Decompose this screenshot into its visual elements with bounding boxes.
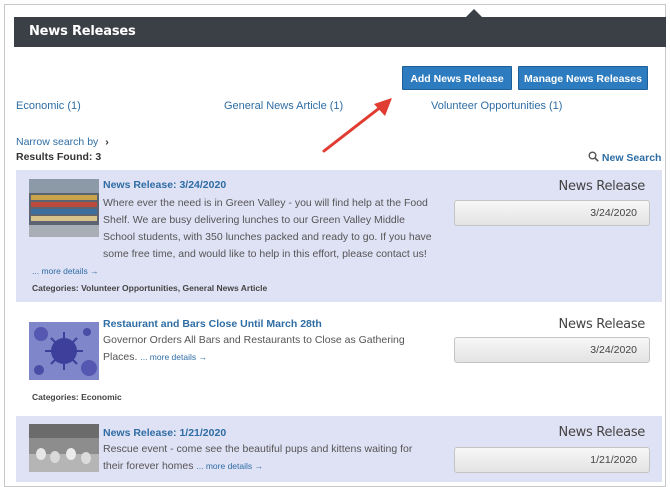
chevron-right-icon: › [105, 136, 109, 148]
news-item-title[interactable]: News Release: 1/21/2020 [103, 427, 226, 439]
category-link-economic[interactable]: Economic (1) [16, 100, 81, 112]
news-item: Restaurant and Bars Close Until March 28… [16, 310, 662, 410]
new-search-link[interactable]: New Search [588, 151, 661, 164]
news-item-title[interactable]: Restaurant and Bars Close Until March 28… [103, 318, 322, 330]
more-details-link[interactable]: ... more details → [140, 352, 207, 362]
search-icon [588, 151, 599, 162]
more-details-link[interactable]: ... more details → [196, 461, 263, 471]
page-title: News Releases [29, 24, 136, 39]
news-item: News Release: 3/24/2020 Where ever the n… [16, 170, 662, 302]
header-pointer [465, 9, 483, 18]
news-item-categories: Categories: Economic [32, 392, 122, 402]
news-item-date: 3/24/2020 [454, 200, 650, 226]
news-thumbnail[interactable] [29, 322, 99, 380]
narrow-search[interactable]: Narrow search by › [16, 136, 109, 148]
news-item: News Release: 1/21/2020 Rescue event - c… [16, 416, 662, 482]
new-search-label: New Search [601, 152, 662, 164]
manage-news-releases-button[interactable]: Manage News Releases [518, 66, 648, 90]
news-item-type: News Release [558, 179, 646, 194]
news-item-type: News Release [558, 317, 646, 332]
news-item-description-block: Rescue event - come see the beautiful pu… [103, 441, 433, 475]
news-item-title[interactable]: News Release: 3/24/2020 [103, 179, 226, 191]
news-thumbnail[interactable] [29, 424, 99, 472]
news-item-description-block: Governor Orders All Bars and Restaurants… [103, 332, 413, 366]
news-item-type: News Release [558, 425, 646, 440]
news-item-date: 1/21/2020 [454, 447, 650, 473]
page-header: News Releases [14, 9, 666, 47]
red-arrow-icon [322, 98, 392, 153]
news-item-description: Where ever the need is in Green Valley -… [103, 197, 432, 260]
results-count: Results Found: 3 [16, 151, 102, 163]
add-news-release-button[interactable]: Add News Release [402, 66, 512, 90]
more-details-link[interactable]: ... more details → [32, 266, 99, 276]
narrow-search-label: Narrow search by [16, 136, 99, 148]
category-link-volunteer[interactable]: Volunteer Opportunities (1) [431, 100, 562, 112]
news-item-date: 3/24/2020 [454, 337, 650, 363]
news-thumbnail[interactable] [29, 179, 99, 237]
news-item-categories: Categories: Volunteer Opportunities, Gen… [32, 283, 268, 293]
